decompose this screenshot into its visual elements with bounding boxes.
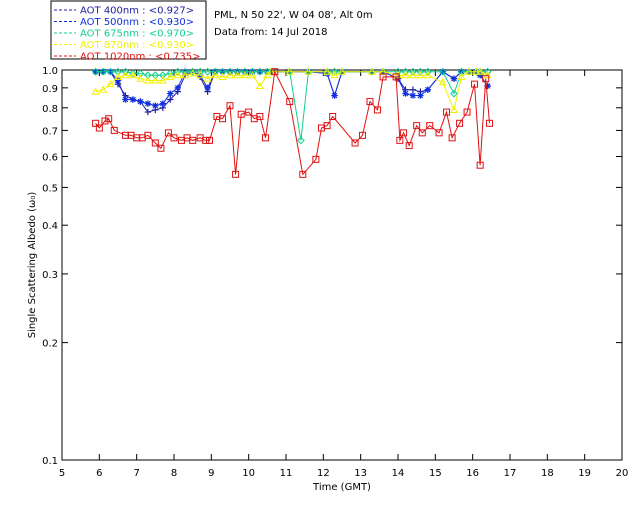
data-point (144, 108, 152, 116)
legend-label: AOT 1020nm : <0.735> (80, 52, 200, 63)
y-tick-label: 0.2 (42, 339, 58, 350)
x-tick-label: 6 (96, 468, 102, 479)
x-tick-label: 12 (317, 468, 330, 479)
data-point (129, 96, 137, 103)
y-axis-label: Single Scattering Albedo (ω₀) (27, 192, 38, 339)
legend-label: AOT 400nm : <0.927> (80, 6, 194, 17)
data-point (417, 92, 424, 99)
x-tick-label: 5 (59, 468, 65, 479)
data-point (409, 86, 417, 93)
x-tick-label: 9 (208, 468, 214, 479)
series-4 (92, 68, 493, 178)
data-point (144, 100, 152, 107)
data-point (450, 75, 458, 82)
data-point (402, 90, 409, 97)
x-tick-label: 19 (578, 468, 591, 479)
y-tick-label: 0.6 (42, 153, 58, 164)
x-axis-label: Time (GMT) (312, 482, 371, 493)
data-point (167, 90, 174, 97)
x-tick-label: 15 (429, 468, 442, 479)
x-tick-label: 10 (242, 468, 255, 479)
data-date: Data from: 14 Jul 2018 (214, 27, 327, 38)
x-tick-label: 11 (280, 468, 293, 479)
axis-ticks: 5 6 7 8 9 10 11 12 13 14 15 16 17 18 19 20 0.1 0.2 0.3 0.4 0… (42, 66, 628, 479)
y-tick-label: 0.7 (42, 126, 58, 137)
data-point (122, 96, 129, 103)
data-point (204, 84, 211, 92)
legend-label: AOT 870nm : <0.930> (80, 40, 194, 51)
y-tick-label: 0.3 (42, 270, 58, 281)
y-tick-label: 0.1 (42, 456, 58, 467)
x-tick-label: 16 (466, 468, 479, 479)
data-point (331, 92, 338, 99)
y-tick-label: 1.0 (42, 66, 58, 77)
series-layer (91, 67, 493, 178)
x-tick-label: 7 (133, 468, 139, 479)
x-tick-label: 14 (392, 468, 405, 479)
data-point (409, 92, 417, 99)
legend-label: AOT 500nm : <0.930> (80, 17, 194, 28)
x-tick-label: 20 (616, 468, 629, 479)
data-point (424, 86, 432, 93)
data-point (152, 102, 159, 109)
x-tick-label: 13 (354, 468, 367, 479)
site-info: PML, N 50 22', W 04 08', Alt 0m (214, 10, 373, 21)
data-point (137, 98, 144, 105)
albedo-chart: AOT 400nm : <0.927>AOT 500nm : <0.930>AO… (27, 0, 628, 493)
y-tick-label: 0.4 (42, 221, 58, 232)
y-tick-label: 0.8 (42, 104, 58, 115)
data-point (174, 84, 181, 92)
x-tick-label: 17 (504, 468, 517, 479)
legend-label: AOT 675nm : <0.970> (80, 29, 194, 40)
x-tick-label: 8 (171, 468, 177, 479)
plot-frame (61, 69, 623, 461)
x-tick-label: 18 (541, 468, 554, 479)
data-point (159, 100, 166, 107)
y-tick-label: 0.9 (42, 84, 58, 95)
y-tick-label: 0.5 (42, 183, 58, 194)
